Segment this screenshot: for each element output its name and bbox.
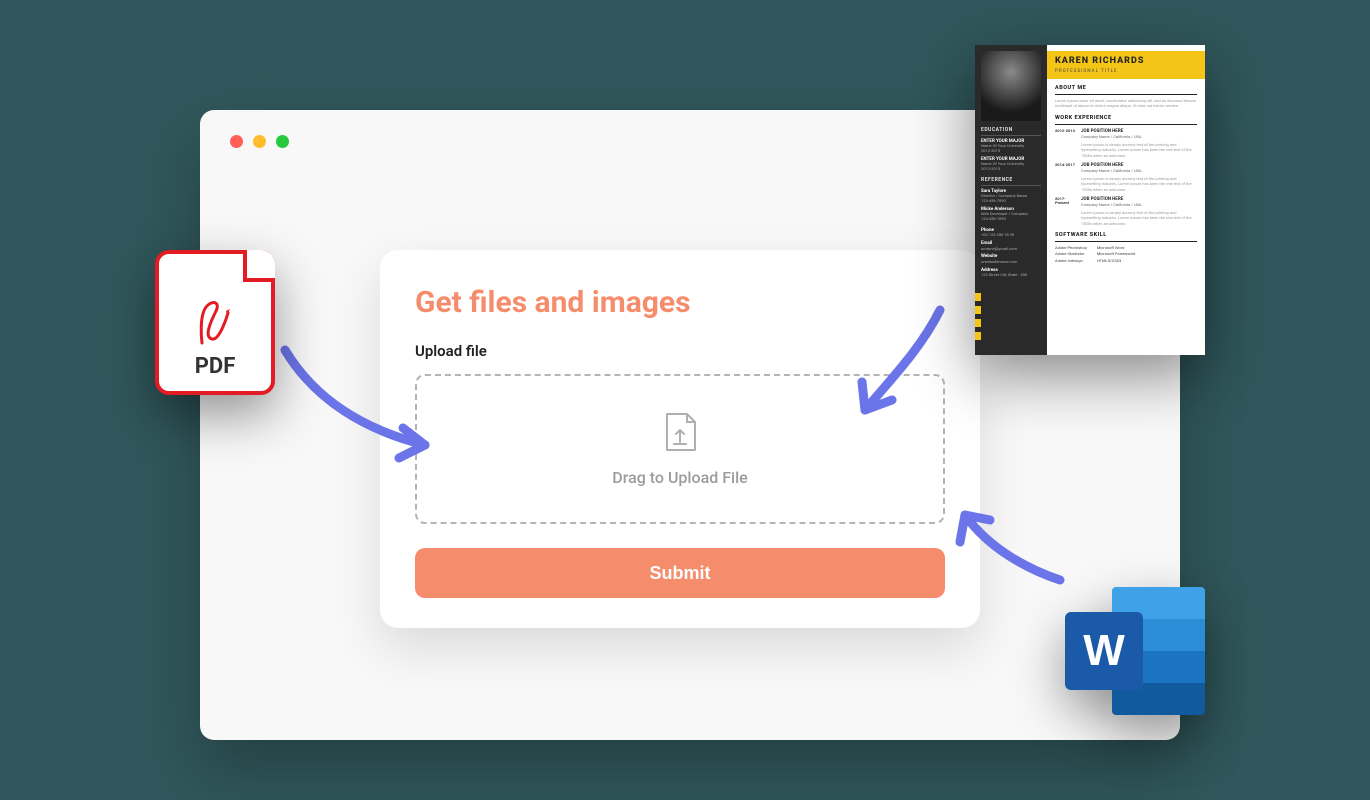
adobe-swoosh-icon (190, 293, 240, 353)
section-about: ABOUT ME (1055, 85, 1197, 95)
pdf-label: PDF (195, 354, 236, 379)
arrow-right-icon (940, 490, 1070, 600)
word-letter: W (1083, 626, 1125, 676)
section-education: EDUCATION (981, 127, 1041, 136)
resume-role: PROFESSIONAL TITLE (1055, 69, 1197, 74)
word-file-icon: W (1065, 587, 1205, 715)
upload-file-icon (663, 412, 697, 456)
arrow-left-icon (275, 340, 455, 490)
pdf-file-icon: PDF (155, 250, 275, 395)
section-skill: SOFTWARE SKILL (1055, 232, 1197, 242)
resume-preview: EDUCATION ENTER YOUR MAJOR Name Of Your … (975, 45, 1205, 355)
minimize-icon[interactable] (253, 135, 266, 148)
dropzone-text: Drag to Upload File (612, 468, 747, 487)
maximize-icon[interactable] (276, 135, 289, 148)
arrow-top-icon (820, 300, 960, 440)
avatar (981, 51, 1041, 121)
close-icon[interactable] (230, 135, 243, 148)
section-work: WORK EXPERIENCE (1055, 115, 1197, 125)
submit-button[interactable]: Submit (415, 548, 945, 598)
traffic-lights (230, 135, 289, 148)
resume-name: KAREN RICHARDS (1055, 56, 1197, 67)
section-reference: REFERENCE (981, 177, 1041, 186)
